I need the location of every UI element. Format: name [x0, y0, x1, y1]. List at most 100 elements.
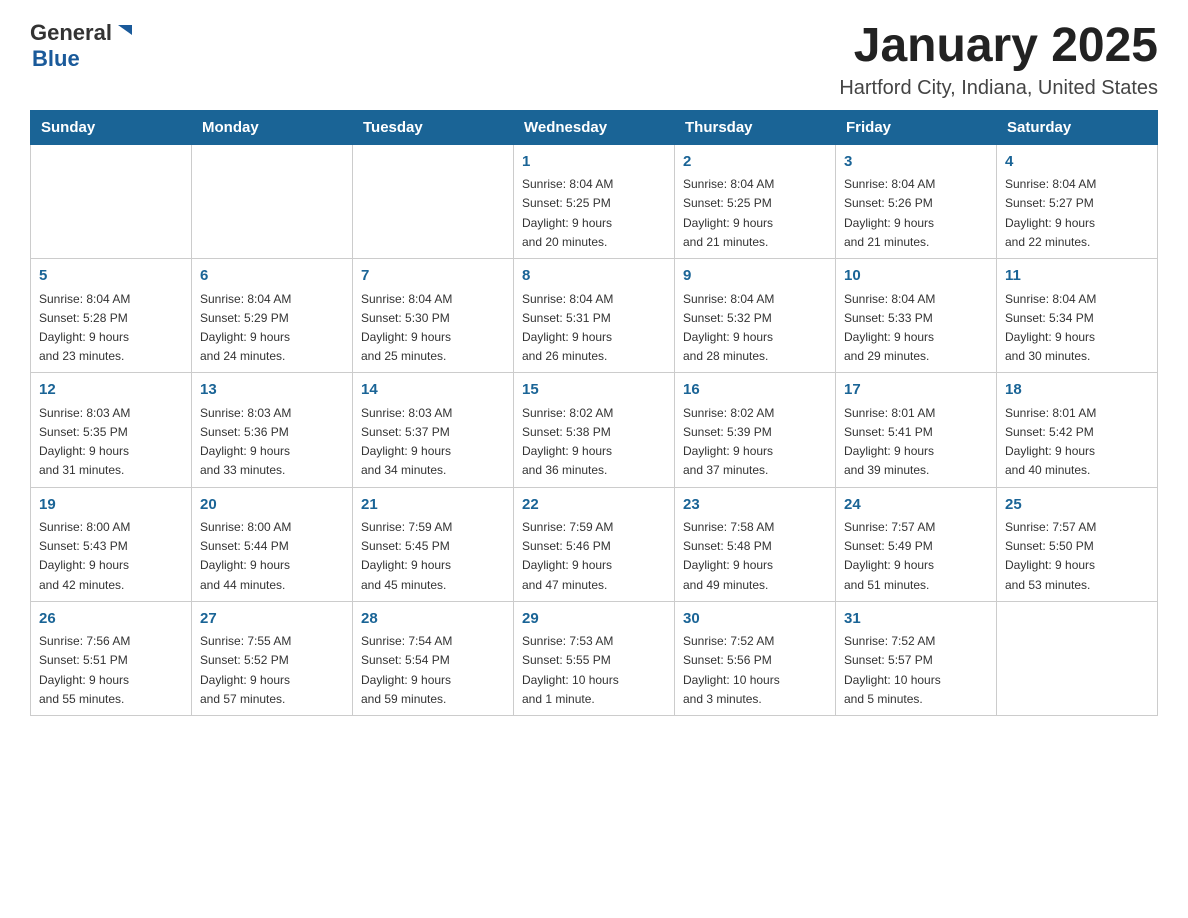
calendar-cell: 29Sunrise: 7:53 AMSunset: 5:55 PMDayligh… — [514, 601, 675, 715]
day-number: 14 — [361, 379, 505, 402]
day-info: Sunrise: 7:53 AMSunset: 5:55 PMDaylight:… — [522, 632, 666, 709]
calendar-cell: 28Sunrise: 7:54 AMSunset: 5:54 PMDayligh… — [353, 601, 514, 715]
day-info: Sunrise: 8:00 AMSunset: 5:44 PMDaylight:… — [200, 518, 344, 595]
main-title: January 2025 — [839, 20, 1158, 73]
day-info: Sunrise: 8:04 AMSunset: 5:32 PMDaylight:… — [683, 290, 827, 367]
day-number: 18 — [1005, 379, 1149, 402]
day-info: Sunrise: 8:03 AMSunset: 5:36 PMDaylight:… — [200, 404, 344, 481]
logo-arrow-icon — [114, 21, 136, 43]
day-info: Sunrise: 7:57 AMSunset: 5:50 PMDaylight:… — [1005, 518, 1149, 595]
calendar-table: SundayMondayTuesdayWednesdayThursdayFrid… — [30, 110, 1158, 716]
title-block: January 2025 Hartford City, Indiana, Uni… — [839, 20, 1158, 100]
calendar-week-4: 19Sunrise: 8:00 AMSunset: 5:43 PMDayligh… — [31, 487, 1158, 601]
day-info: Sunrise: 7:52 AMSunset: 5:56 PMDaylight:… — [683, 632, 827, 709]
calendar-cell: 6Sunrise: 8:04 AMSunset: 5:29 PMDaylight… — [192, 259, 353, 373]
calendar-cell: 30Sunrise: 7:52 AMSunset: 5:56 PMDayligh… — [675, 601, 836, 715]
calendar-cell: 10Sunrise: 8:04 AMSunset: 5:33 PMDayligh… — [836, 259, 997, 373]
day-number: 6 — [200, 265, 344, 288]
day-info: Sunrise: 8:04 AMSunset: 5:27 PMDaylight:… — [1005, 175, 1149, 252]
day-info: Sunrise: 8:04 AMSunset: 5:34 PMDaylight:… — [1005, 290, 1149, 367]
day-number: 21 — [361, 494, 505, 517]
weekday-header-monday: Monday — [192, 110, 353, 144]
calendar-cell — [353, 144, 514, 258]
logo: General Blue — [30, 20, 136, 72]
calendar-cell: 25Sunrise: 7:57 AMSunset: 5:50 PMDayligh… — [997, 487, 1158, 601]
day-info: Sunrise: 7:58 AMSunset: 5:48 PMDaylight:… — [683, 518, 827, 595]
day-number: 7 — [361, 265, 505, 288]
calendar-cell: 11Sunrise: 8:04 AMSunset: 5:34 PMDayligh… — [997, 259, 1158, 373]
day-info: Sunrise: 8:04 AMSunset: 5:29 PMDaylight:… — [200, 290, 344, 367]
day-number: 10 — [844, 265, 988, 288]
calendar-cell: 1Sunrise: 8:04 AMSunset: 5:25 PMDaylight… — [514, 144, 675, 258]
calendar-week-3: 12Sunrise: 8:03 AMSunset: 5:35 PMDayligh… — [31, 373, 1158, 487]
day-number: 20 — [200, 494, 344, 517]
day-number: 19 — [39, 494, 183, 517]
calendar-cell — [31, 144, 192, 258]
day-number: 31 — [844, 608, 988, 631]
day-info: Sunrise: 7:54 AMSunset: 5:54 PMDaylight:… — [361, 632, 505, 709]
day-number: 2 — [683, 151, 827, 174]
weekday-header-saturday: Saturday — [997, 110, 1158, 144]
calendar-cell — [997, 601, 1158, 715]
day-info: Sunrise: 8:04 AMSunset: 5:25 PMDaylight:… — [683, 175, 827, 252]
calendar-cell: 5Sunrise: 8:04 AMSunset: 5:28 PMDaylight… — [31, 259, 192, 373]
calendar-cell: 17Sunrise: 8:01 AMSunset: 5:41 PMDayligh… — [836, 373, 997, 487]
calendar-cell: 12Sunrise: 8:03 AMSunset: 5:35 PMDayligh… — [31, 373, 192, 487]
weekday-header-thursday: Thursday — [675, 110, 836, 144]
day-number: 4 — [1005, 151, 1149, 174]
calendar-cell: 31Sunrise: 7:52 AMSunset: 5:57 PMDayligh… — [836, 601, 997, 715]
day-number: 25 — [1005, 494, 1149, 517]
calendar-cell: 8Sunrise: 8:04 AMSunset: 5:31 PMDaylight… — [514, 259, 675, 373]
calendar-cell: 2Sunrise: 8:04 AMSunset: 5:25 PMDaylight… — [675, 144, 836, 258]
day-info: Sunrise: 8:04 AMSunset: 5:33 PMDaylight:… — [844, 290, 988, 367]
calendar-cell: 14Sunrise: 8:03 AMSunset: 5:37 PMDayligh… — [353, 373, 514, 487]
weekday-header-tuesday: Tuesday — [353, 110, 514, 144]
calendar-cell: 13Sunrise: 8:03 AMSunset: 5:36 PMDayligh… — [192, 373, 353, 487]
calendar-cell: 24Sunrise: 7:57 AMSunset: 5:49 PMDayligh… — [836, 487, 997, 601]
day-info: Sunrise: 8:04 AMSunset: 5:30 PMDaylight:… — [361, 290, 505, 367]
day-info: Sunrise: 8:04 AMSunset: 5:25 PMDaylight:… — [522, 175, 666, 252]
day-number: 22 — [522, 494, 666, 517]
weekday-header-sunday: Sunday — [31, 110, 192, 144]
day-number: 26 — [39, 608, 183, 631]
day-info: Sunrise: 8:03 AMSunset: 5:37 PMDaylight:… — [361, 404, 505, 481]
calendar-cell: 27Sunrise: 7:55 AMSunset: 5:52 PMDayligh… — [192, 601, 353, 715]
weekday-header-wednesday: Wednesday — [514, 110, 675, 144]
day-info: Sunrise: 8:01 AMSunset: 5:41 PMDaylight:… — [844, 404, 988, 481]
weekday-header-friday: Friday — [836, 110, 997, 144]
day-number: 8 — [522, 265, 666, 288]
day-number: 30 — [683, 608, 827, 631]
calendar-cell: 19Sunrise: 8:00 AMSunset: 5:43 PMDayligh… — [31, 487, 192, 601]
day-info: Sunrise: 8:01 AMSunset: 5:42 PMDaylight:… — [1005, 404, 1149, 481]
calendar-cell: 20Sunrise: 8:00 AMSunset: 5:44 PMDayligh… — [192, 487, 353, 601]
day-number: 11 — [1005, 265, 1149, 288]
day-number: 24 — [844, 494, 988, 517]
day-info: Sunrise: 8:04 AMSunset: 5:28 PMDaylight:… — [39, 290, 183, 367]
day-info: Sunrise: 7:52 AMSunset: 5:57 PMDaylight:… — [844, 632, 988, 709]
day-number: 12 — [39, 379, 183, 402]
calendar-cell: 7Sunrise: 8:04 AMSunset: 5:30 PMDaylight… — [353, 259, 514, 373]
calendar-cell: 16Sunrise: 8:02 AMSunset: 5:39 PMDayligh… — [675, 373, 836, 487]
day-number: 3 — [844, 151, 988, 174]
calendar-cell: 22Sunrise: 7:59 AMSunset: 5:46 PMDayligh… — [514, 487, 675, 601]
page-header: General Blue January 2025 Hartford City,… — [30, 20, 1158, 100]
calendar-week-5: 26Sunrise: 7:56 AMSunset: 5:51 PMDayligh… — [31, 601, 1158, 715]
calendar-week-1: 1Sunrise: 8:04 AMSunset: 5:25 PMDaylight… — [31, 144, 1158, 258]
calendar-cell: 15Sunrise: 8:02 AMSunset: 5:38 PMDayligh… — [514, 373, 675, 487]
day-info: Sunrise: 8:02 AMSunset: 5:38 PMDaylight:… — [522, 404, 666, 481]
calendar-cell: 4Sunrise: 8:04 AMSunset: 5:27 PMDaylight… — [997, 144, 1158, 258]
day-number: 15 — [522, 379, 666, 402]
day-number: 9 — [683, 265, 827, 288]
day-info: Sunrise: 7:55 AMSunset: 5:52 PMDaylight:… — [200, 632, 344, 709]
calendar-cell: 3Sunrise: 8:04 AMSunset: 5:26 PMDaylight… — [836, 144, 997, 258]
day-number: 23 — [683, 494, 827, 517]
calendar-cell: 23Sunrise: 7:58 AMSunset: 5:48 PMDayligh… — [675, 487, 836, 601]
calendar-cell: 21Sunrise: 7:59 AMSunset: 5:45 PMDayligh… — [353, 487, 514, 601]
day-number: 16 — [683, 379, 827, 402]
day-number: 28 — [361, 608, 505, 631]
day-info: Sunrise: 7:59 AMSunset: 5:46 PMDaylight:… — [522, 518, 666, 595]
day-info: Sunrise: 7:56 AMSunset: 5:51 PMDaylight:… — [39, 632, 183, 709]
subtitle: Hartford City, Indiana, United States — [839, 77, 1158, 100]
day-info: Sunrise: 8:02 AMSunset: 5:39 PMDaylight:… — [683, 404, 827, 481]
day-info: Sunrise: 8:04 AMSunset: 5:26 PMDaylight:… — [844, 175, 988, 252]
